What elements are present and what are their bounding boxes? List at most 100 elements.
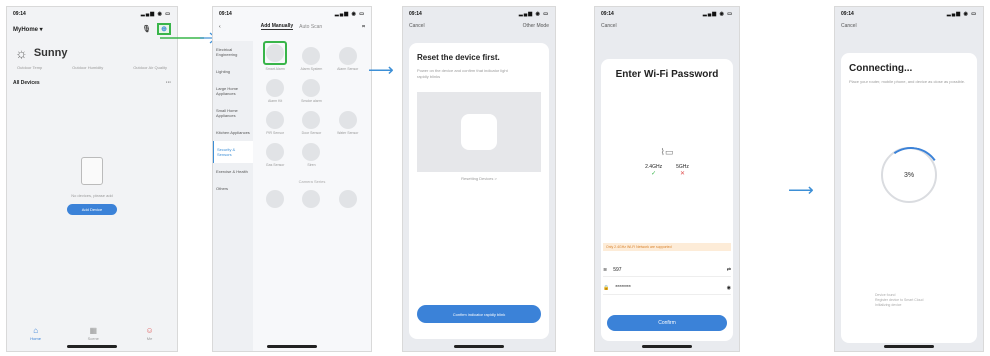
ssid-field[interactable]: ≋ 597 ⇄ (603, 263, 731, 277)
device-icon (302, 190, 321, 208)
device-icon (266, 111, 285, 129)
mic-icon[interactable]: 🎙 (142, 25, 151, 33)
category-sidebar: Electrical Engineering Lighting Large Ho… (213, 41, 253, 351)
add-device-screen: 09:14 ▂▄▆ ◉ ▭ ‹ Add Manually Auto Scan ⌗ … (212, 6, 372, 352)
weather-label: Sunny (33, 47, 68, 59)
home-name: MyHome (13, 26, 39, 33)
device-tile[interactable] (330, 190, 366, 208)
category-item-selected[interactable]: Security & Sensors (213, 141, 253, 163)
card-body: Place your router, mobile phone, and dev… (849, 79, 966, 84)
card-body: Power on the device and confirm that ind… (417, 68, 508, 79)
category-item[interactable]: Others (213, 180, 253, 197)
plug-icon (461, 114, 497, 150)
eye-icon[interactable]: ◉ (727, 285, 731, 291)
cross-icon: ✕ (679, 171, 685, 177)
more-icon[interactable]: ··· (166, 80, 171, 86)
ssid-value: 597 (613, 266, 622, 273)
status-time: 09:14 (219, 11, 232, 17)
progress-steps: Device found Register device to Smart Cl… (875, 293, 923, 308)
category-item[interactable]: Lighting (213, 63, 253, 80)
signal-icon: ▂▄▆ ◉ ▭ (702, 11, 733, 17)
device-label: Smart Alarm (265, 67, 285, 71)
tab-auto-scan[interactable]: Auto Scan (299, 24, 322, 30)
category-item[interactable]: Electrical Engineering (213, 41, 253, 63)
device-tile[interactable]: Alarm System (293, 47, 329, 71)
section-label: Camera Series (298, 179, 326, 184)
tab-scene[interactable]: ▦ Scene (88, 326, 99, 341)
device-icon (302, 79, 321, 97)
band-diagram: ⌇▭ 2.4GHz ✓ 5GHz ✕ (595, 147, 739, 177)
card-title: Reset the device first. (417, 53, 500, 62)
wifi-password-screen: 09:14 ▂▄▆ ◉ ▭ Cancel Enter Wi-Fi Password… (594, 6, 740, 352)
device-tile[interactable]: Smoke alarm (293, 79, 329, 103)
tab-me[interactable]: ☺ Me (146, 326, 154, 341)
status-bar: 09:14 ▂▄▆ ◉ ▭ (7, 7, 177, 21)
device-tile[interactable] (293, 190, 329, 208)
device-tile[interactable]: Alarm Kit (257, 79, 293, 103)
device-grid: Smart Alarm Alarm System Alarm Sensor Alar… (257, 41, 367, 216)
band-notice: Only 2.4GHz Wi-Fi Network are supported (603, 243, 731, 251)
device-tile[interactable]: PIR Sensor (257, 111, 293, 135)
device-label: Gas Sensor (265, 163, 285, 167)
device-label: Door Sensor (301, 131, 322, 135)
cancel-button[interactable]: Cancel (409, 23, 425, 29)
all-devices-tab[interactable]: All Devices (13, 80, 40, 86)
connector-arrow-1 (160, 32, 217, 44)
confirm-button[interactable]: Confirm (607, 315, 727, 331)
empty-text: No devices, please add (71, 193, 113, 198)
device-label: Siren (307, 163, 316, 167)
image-caption[interactable]: Resetting Devices > (417, 176, 541, 181)
outdoor-humidity: Outdoor Humidity (72, 65, 104, 70)
signal-icon: ▂▄▆ ◉ ▭ (334, 11, 365, 17)
tab-scene-label: Scene (87, 336, 99, 341)
device-tile[interactable]: Siren (293, 143, 329, 167)
progress-percent: 3% (903, 171, 915, 179)
device-tile[interactable]: Gas Sensor (257, 143, 293, 167)
outdoor-air: Outdoor Air Quality (133, 65, 167, 70)
device-label: Smoke alarm (301, 99, 322, 103)
device-icon (266, 44, 285, 62)
cancel-button[interactable]: Cancel (601, 23, 617, 29)
progress-ring: 3% (881, 147, 937, 203)
add-device-button[interactable]: Add Device (67, 204, 117, 215)
arrow-right-icon: ⟶ (368, 60, 394, 80)
category-item[interactable]: Large Home Appliances (213, 80, 253, 102)
home-indicator (454, 345, 504, 348)
device-icon (302, 143, 321, 161)
scan-icon[interactable]: ⌗ (362, 24, 365, 30)
device-tile[interactable]: Alarm Sensor (330, 47, 366, 71)
device-label: Alarm System (300, 67, 323, 71)
status-time: 09:14 (409, 11, 422, 17)
arrow-right-icon: ⟶ (788, 180, 814, 200)
device-icon (266, 190, 285, 208)
tab-add-manually[interactable]: Add Manually (260, 23, 294, 30)
category-item[interactable]: Kitchen Appliances (213, 124, 253, 141)
device-tile-smart-alarm[interactable]: Smart Alarm (257, 41, 293, 71)
confirm-blink-button[interactable]: Confirm indicator rapidly blink (417, 305, 541, 323)
cancel-button[interactable]: Cancel (841, 23, 857, 29)
tab-home-label: Home (30, 336, 41, 341)
category-item[interactable]: Small Home Appliances (213, 102, 253, 124)
swap-icon[interactable]: ⇄ (727, 267, 731, 273)
home-selector[interactable]: MyHome ▾ (13, 26, 43, 33)
device-icon (338, 47, 357, 65)
back-icon[interactable]: ‹ (219, 24, 221, 30)
home-indicator (267, 345, 317, 348)
device-label: PIR Sensor (266, 131, 285, 135)
password-field[interactable]: 🔒 ******** ◉ (603, 281, 731, 295)
device-tile[interactable]: Water Sensor (330, 111, 366, 135)
category-item[interactable]: Exercise & Health (213, 163, 253, 180)
status-bar: 09:14 ▂▄▆ ◉ ▭ (213, 7, 371, 21)
signal-icon: ▂▄▆ ◉ ▭ (946, 11, 977, 17)
me-icon: ☺ (145, 326, 154, 335)
connecting-screen: 09:14 ▂▄▆ ◉ ▭ Cancel Connecting... Place … (834, 6, 984, 352)
device-tile[interactable] (257, 190, 293, 208)
device-label: Alarm Sensor (337, 67, 359, 71)
other-mode-button[interactable]: Other Mode (523, 23, 549, 29)
tab-me-label: Me (146, 336, 153, 341)
card-title: Connecting... (849, 63, 913, 74)
device-tile[interactable]: Door Sensor (293, 111, 329, 135)
tab-home[interactable]: ⌂ Home (30, 326, 41, 341)
outdoor-temp: Outdoor Temp (17, 65, 43, 70)
status-bar: 09:14 ▂▄▆ ◉ ▭ (595, 7, 739, 21)
